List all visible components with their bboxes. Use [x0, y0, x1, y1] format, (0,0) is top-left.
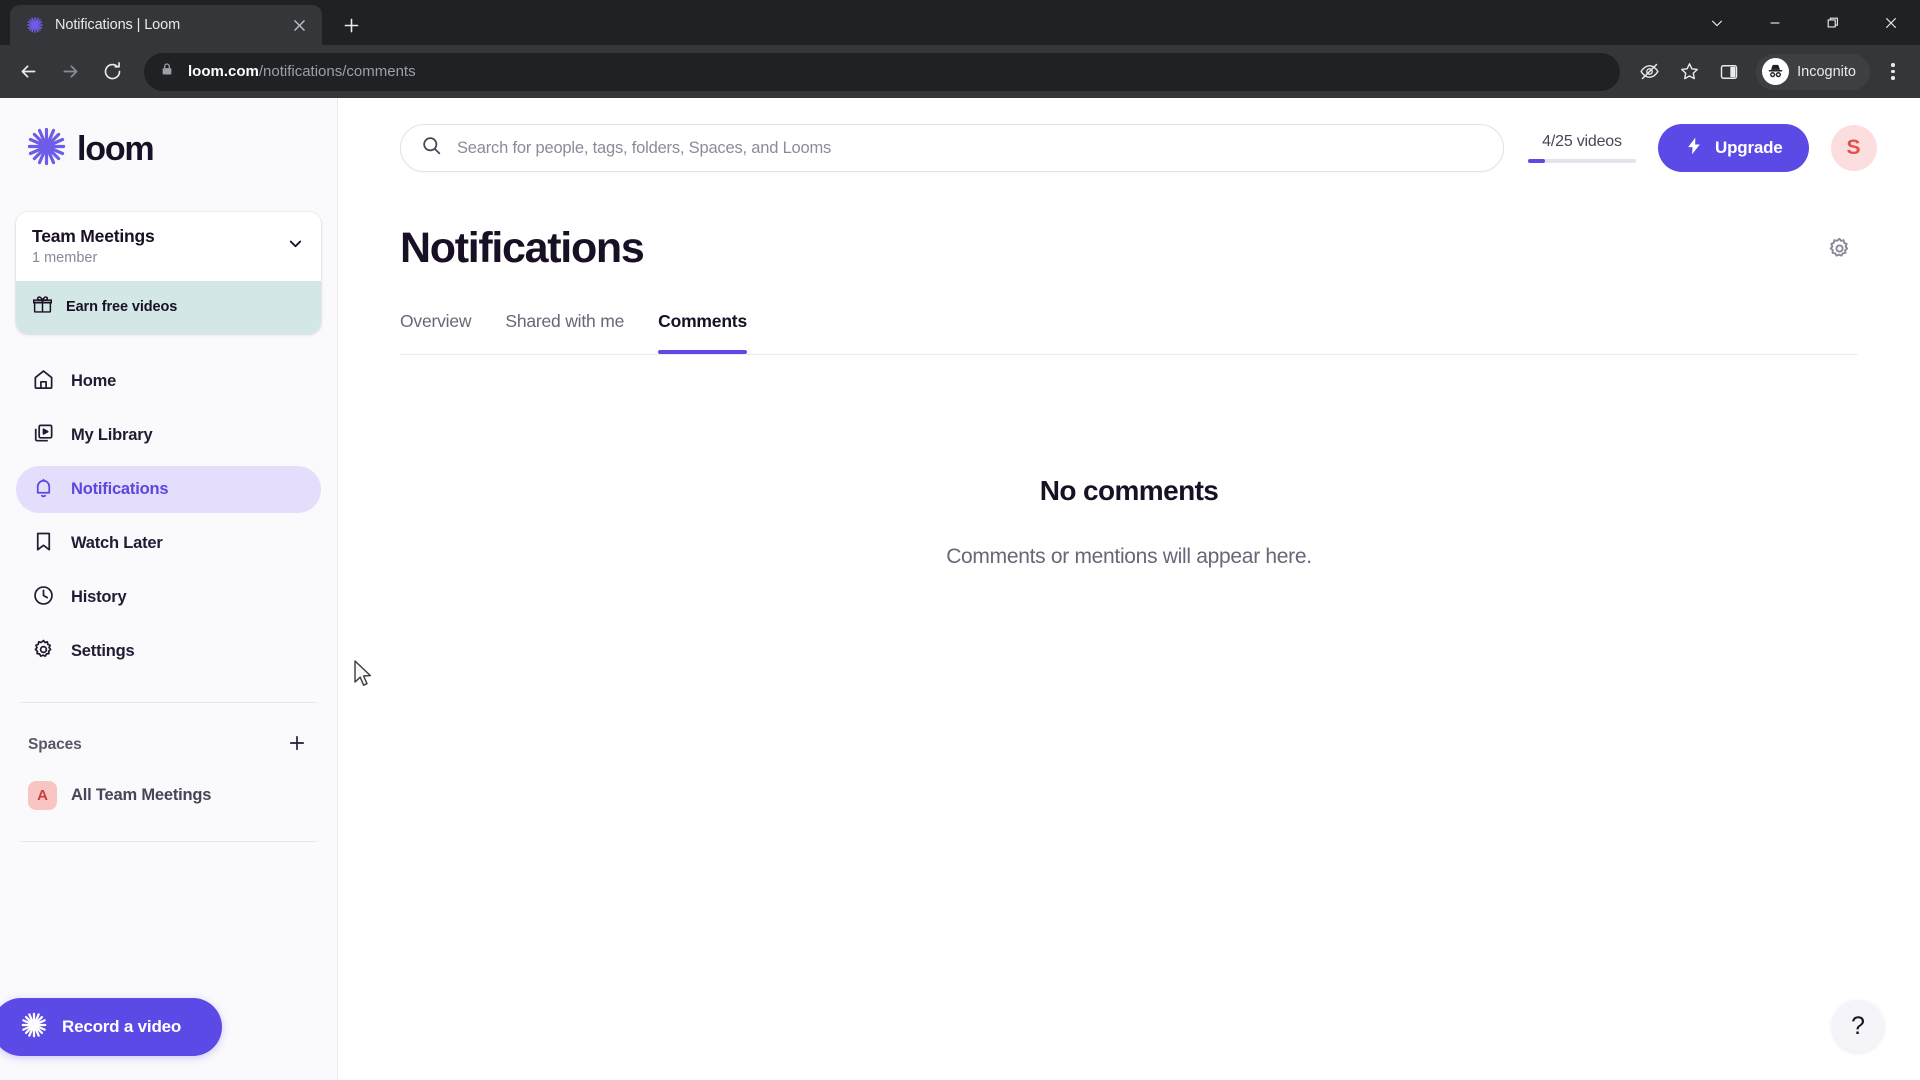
video-quota-fill: [1528, 159, 1546, 163]
page-header: Notifications: [338, 172, 1920, 273]
back-arrow-icon[interactable]: [8, 52, 48, 92]
three-dot-menu-icon[interactable]: [1874, 53, 1912, 91]
loom-starburst-icon: [26, 126, 67, 172]
tab-title: Notifications | Loom: [55, 17, 181, 33]
bell-icon: [32, 476, 55, 504]
upgrade-label: Upgrade: [1715, 138, 1783, 157]
tab-comments[interactable]: Comments: [658, 311, 747, 354]
upgrade-button[interactable]: Upgrade: [1658, 124, 1809, 172]
workspace-switcher[interactable]: Team Meetings 1 member: [16, 212, 321, 281]
address-bar[interactable]: loom.com/notifications/comments: [144, 52, 1621, 91]
tab-strip: Notifications | Loom: [0, 0, 1920, 45]
avatar[interactable]: S: [1830, 125, 1877, 171]
empty-state-subtitle: Comments or mentions will appear here.: [946, 545, 1312, 568]
notification-tabs: Overview Shared with me Comments: [400, 311, 1858, 355]
eye-slash-icon[interactable]: [1630, 53, 1668, 91]
window-controls: [1688, 0, 1920, 45]
sidebar-item-label: Home: [71, 372, 117, 390]
side-panel-icon[interactable]: [1710, 53, 1748, 91]
browser-tab[interactable]: Notifications | Loom: [10, 5, 322, 45]
spaces-header: Spaces: [16, 703, 321, 757]
earn-free-videos-button[interactable]: Earn free videos: [16, 281, 321, 334]
maximize-icon[interactable]: [1804, 0, 1862, 45]
main-content: Search for people, tags, folders, Spaces…: [338, 98, 1920, 1080]
sidebar: loom Team Meetings 1 member Earn free vi…: [0, 98, 338, 1080]
tab-list: Overview Shared with me Comments: [400, 311, 1858, 354]
video-quota-track: [1528, 159, 1636, 163]
space-avatar: A: [28, 780, 57, 810]
loom-brand[interactable]: loom: [16, 98, 321, 172]
video-quota-text: 4/25 videos: [1542, 133, 1622, 150]
empty-state-title: No comments: [1039, 475, 1219, 506]
loom-starburst-icon: [20, 1011, 48, 1044]
url-host: loom.com: [188, 63, 259, 80]
sidebar-item-home[interactable]: Home: [16, 358, 321, 405]
workspace-card: Team Meetings 1 member Earn free videos: [16, 212, 321, 334]
tabs-underline-rule: [400, 354, 1858, 355]
browser-toolbar: loom.com/notifications/comments Incognit…: [0, 45, 1920, 98]
gift-icon: [32, 294, 53, 320]
spaces-title: Spaces: [28, 736, 82, 753]
tab-shared-with-me[interactable]: Shared with me: [505, 311, 624, 354]
workspace-name: Team Meetings: [32, 226, 155, 246]
add-space-button[interactable]: [287, 733, 307, 757]
clock-icon: [32, 584, 55, 612]
tab-overview[interactable]: Overview: [400, 311, 472, 354]
sidebar-item-label: History: [71, 588, 127, 606]
incognito-indicator[interactable]: Incognito: [1756, 53, 1870, 90]
incognito-label: Incognito: [1797, 63, 1856, 80]
notification-settings-gear-icon[interactable]: [1822, 232, 1856, 266]
loom-logo-icon: [26, 16, 44, 34]
sidebar-nav: Home My Library Notifications Watch Late…: [16, 358, 321, 675]
video-quota: 4/25 videos: [1528, 133, 1636, 163]
top-bar: Search for people, tags, folders, Spaces…: [338, 98, 1920, 172]
page-title: Notifications: [400, 224, 645, 272]
loom-wordmark: loom: [77, 129, 155, 168]
search-icon: [421, 135, 442, 161]
bookmark-icon: [32, 530, 55, 558]
minimize-icon[interactable]: [1746, 0, 1804, 45]
chevron-down-icon[interactable]: [1688, 0, 1746, 45]
reload-icon[interactable]: [92, 52, 132, 92]
browser-chrome: Notifications | Loom loom.com/notificati…: [0, 0, 1920, 98]
help-button[interactable]: ?: [1832, 1000, 1884, 1052]
sidebar-item-settings[interactable]: Settings: [16, 628, 321, 675]
sidebar-item-my-library[interactable]: My Library: [16, 412, 321, 459]
sidebar-divider-lower: [20, 841, 317, 842]
sidebar-space-all-team-meetings[interactable]: A All Team Meetings: [16, 779, 321, 811]
gear-icon: [32, 638, 55, 666]
loom-app: loom Team Meetings 1 member Earn free vi…: [0, 98, 1920, 1080]
url-text: loom.com/notifications/comments: [188, 63, 416, 80]
library-icon: [32, 422, 55, 450]
sidebar-item-history[interactable]: History: [16, 574, 321, 621]
forward-arrow-icon[interactable]: [50, 52, 90, 92]
chevron-down-icon[interactable]: [286, 234, 305, 258]
close-window-icon[interactable]: [1862, 0, 1920, 45]
bookmark-star-icon[interactable]: [1670, 53, 1708, 91]
empty-state: No comments Comments or mentions will ap…: [338, 475, 1920, 569]
new-tab-button[interactable]: [336, 10, 366, 40]
space-label: All Team Meetings: [71, 785, 212, 804]
earn-free-videos-label: Earn free videos: [66, 299, 178, 315]
sidebar-item-label: My Library: [71, 426, 153, 444]
record-a-video-button[interactable]: Record a video: [0, 998, 222, 1056]
sidebar-item-label: Watch Later: [71, 534, 163, 552]
sidebar-item-label: Notifications: [71, 480, 169, 498]
search-input[interactable]: Search for people, tags, folders, Spaces…: [400, 124, 1504, 172]
workspace-members: 1 member: [32, 250, 98, 266]
search-placeholder: Search for people, tags, folders, Spaces…: [457, 138, 832, 157]
lightning-bolt-icon: [1684, 136, 1704, 161]
home-icon: [32, 368, 55, 396]
lock-icon: [160, 62, 174, 81]
incognito-icon: [1762, 58, 1790, 85]
url-path: /notifications/comments: [258, 63, 416, 80]
sidebar-item-watch-later[interactable]: Watch Later: [16, 520, 321, 567]
close-icon[interactable]: [288, 14, 310, 36]
sidebar-item-notifications[interactable]: Notifications: [16, 466, 321, 513]
sidebar-item-label: Settings: [71, 642, 135, 660]
record-a-video-label: Record a video: [62, 1017, 182, 1036]
